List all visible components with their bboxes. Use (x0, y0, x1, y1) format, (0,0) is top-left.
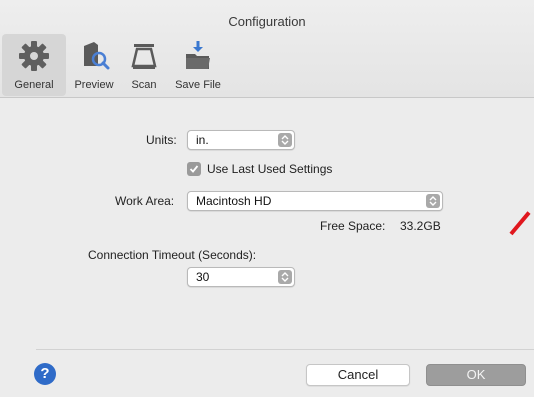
checkmark-icon (189, 165, 199, 173)
save-file-icon (180, 38, 216, 74)
gear-icon (16, 38, 52, 74)
help-button[interactable]: ? (34, 363, 56, 385)
units-label: Units: (146, 133, 177, 147)
toolbar-item-label: Save File (175, 79, 221, 91)
work-area-popup[interactable]: Macintosh HD (187, 191, 443, 211)
preview-icon (76, 38, 112, 74)
scan-icon (126, 38, 162, 74)
chevron-updown-icon (426, 194, 440, 208)
toolbar-item-save-file[interactable]: Save File (168, 34, 228, 96)
free-space-value: 33.2GB (400, 219, 441, 233)
cancel-button[interactable]: Cancel (306, 364, 410, 386)
ok-button[interactable]: OK (426, 364, 526, 386)
work-area-value: Macintosh HD (196, 194, 272, 208)
configuration-window: Configuration General Preview Scan Save … (0, 0, 534, 397)
use-last-settings-checkbox[interactable] (187, 162, 201, 176)
footer-divider (36, 349, 534, 350)
window-title: Configuration (228, 14, 306, 29)
connection-timeout-label: Connection Timeout (Seconds): (88, 248, 257, 262)
use-last-settings-label: Use Last Used Settings (207, 162, 333, 176)
toolbar-item-preview[interactable]: Preview (68, 34, 120, 96)
units-value: in. (196, 133, 209, 147)
toolbar-item-label: Scan (131, 79, 157, 91)
toolbar: Configuration General Preview Scan Save … (0, 0, 534, 98)
toolbar-item-label: Preview (74, 79, 114, 91)
chevron-updown-icon (278, 133, 292, 147)
toolbar-item-general[interactable]: General (2, 34, 66, 96)
toolbar-item-scan[interactable]: Scan (124, 34, 164, 96)
chevron-updown-icon (278, 270, 292, 284)
general-pane: Units: in. Use Last Used Settings Work A… (0, 99, 534, 349)
work-area-label: Work Area: (115, 194, 175, 208)
connection-timeout-popup[interactable]: 30 (187, 267, 295, 287)
free-space-label: Free Space: (320, 219, 386, 233)
connection-timeout-value: 30 (196, 270, 210, 284)
toolbar-item-label: General (14, 79, 54, 91)
units-popup[interactable]: in. (187, 130, 295, 150)
